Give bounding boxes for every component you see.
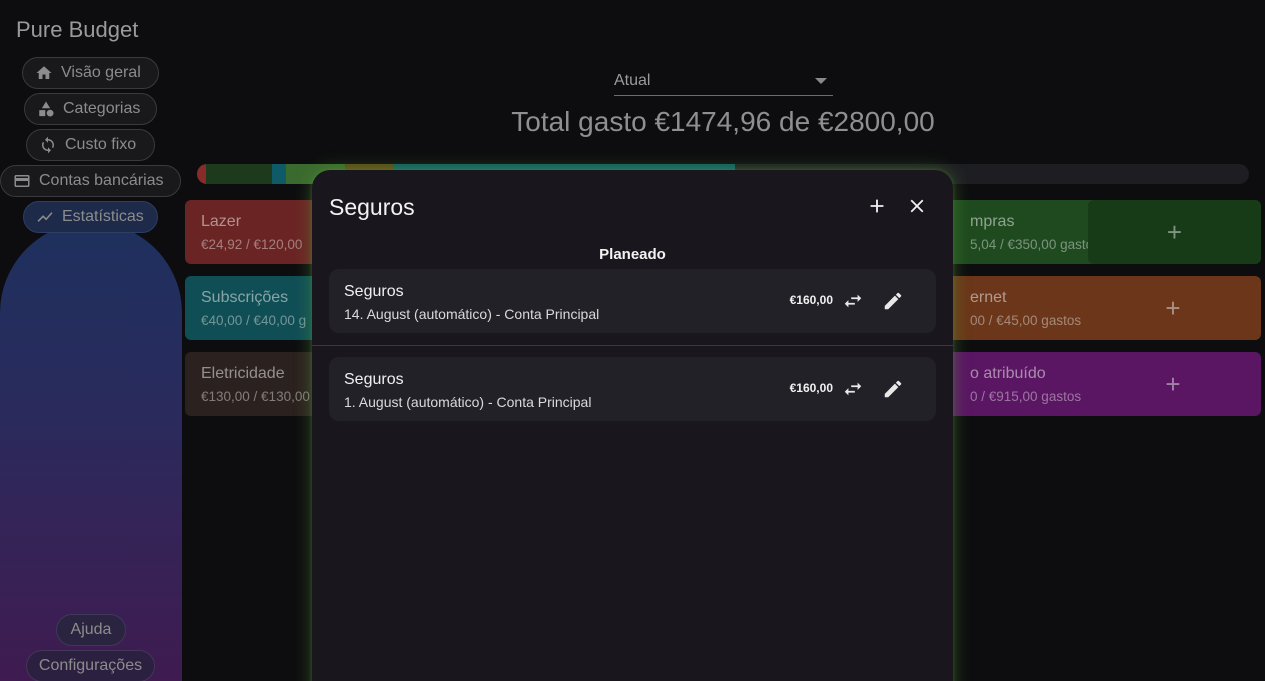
entry-amount: €160,00: [789, 381, 833, 395]
category-name: Subscrições: [201, 289, 289, 306]
plus-icon: +: [1165, 368, 1181, 399]
close-icon: [910, 199, 924, 213]
app-title: Pure Budget: [16, 17, 139, 42]
help-button[interactable]: Ajuda: [56, 614, 126, 646]
planned-entry[interactable]: Seguros 1. August (automático) - Conta P…: [329, 357, 936, 421]
add-button[interactable]: [863, 192, 891, 220]
add-expense-button[interactable]: +: [1085, 352, 1261, 416]
entry-detail: 1. August (automático) - Conta Principal: [344, 394, 592, 410]
section-label-planned: Planeado: [599, 246, 666, 263]
swap-icon: [844, 294, 862, 308]
progress-segment: [271, 164, 287, 184]
chevron-down-icon: [815, 77, 827, 84]
edit-button[interactable]: [880, 376, 906, 402]
transfer-button[interactable]: [840, 288, 866, 314]
nav-bank-accounts[interactable]: Contas bancárias: [0, 165, 181, 197]
progress-segment: [206, 164, 272, 184]
help-label: Ajuda: [70, 621, 112, 638]
category-amount: €24,92 / €120,00: [201, 237, 303, 252]
progress-segment: [197, 164, 207, 184]
category-name: Eletricidade: [201, 365, 285, 382]
pencil-icon: [884, 292, 902, 310]
modal-title: Seguros: [329, 194, 415, 220]
nav-overview-label: Visão geral: [61, 64, 141, 81]
plus-icon: +: [1165, 292, 1181, 323]
transfer-button[interactable]: [840, 376, 866, 402]
category-detail-modal: Seguros Planeado Seguros 14. August (aut…: [312, 170, 953, 681]
category-card-nao-atribuido[interactable]: o atribuído 0 / €915,00 gastos +: [940, 352, 1261, 416]
statistics-icon: [36, 208, 54, 226]
edit-button[interactable]: [880, 288, 906, 314]
entry-amount: €160,00: [789, 293, 833, 307]
planned-entry[interactable]: Seguros 14. August (automático) - Conta …: [329, 269, 936, 333]
category-name: Lazer: [201, 213, 242, 230]
nav-overview[interactable]: Visão geral: [22, 57, 159, 89]
nav-statistics[interactable]: Estatísticas: [23, 201, 158, 233]
entry-name: Seguros: [344, 371, 404, 388]
bank-card-icon: [13, 172, 31, 190]
category-card-subscricoes[interactable]: Subscrições €40,00 / €40,00 g: [185, 276, 325, 340]
nav-statistics-label: Estatísticas: [62, 208, 144, 225]
category-card-compras[interactable]: mpras 5,04 / €350,00 gastos +: [940, 200, 1261, 264]
category-card-eletricidade[interactable]: Eletricidade €130,00 / €130,00: [185, 352, 325, 416]
home-icon: [35, 64, 53, 82]
period-select-value: Atual: [614, 71, 651, 89]
swap-icon: [844, 382, 862, 396]
recurring-icon: [39, 136, 57, 154]
sidebar-background: [0, 222, 182, 681]
settings-label: Configurações: [38, 657, 143, 674]
category-amount: €40,00 / €40,00 g: [201, 313, 307, 328]
plus-icon: +: [1166, 216, 1183, 247]
entry-detail: 14. August (automático) - Conta Principa…: [344, 306, 600, 322]
entry-name: Seguros: [344, 283, 404, 300]
settings-button[interactable]: Configurações: [26, 650, 155, 681]
plus-icon: [870, 199, 884, 213]
category-amount: €130,00 / €130,00: [201, 389, 310, 404]
pencil-icon: [884, 380, 902, 398]
nav-fixed-costs-label: Custo fixo: [65, 136, 137, 153]
nav-bank-accounts-label: Contas bancárias: [39, 172, 164, 189]
total-spent-title: Total gasto €1474,96 de €2800,00: [511, 106, 935, 137]
category-card-internet[interactable]: ernet 00 / €45,00 gastos +: [940, 276, 1261, 340]
close-button[interactable]: [903, 192, 931, 220]
add-expense-button[interactable]: +: [1088, 200, 1261, 264]
period-select[interactable]: Atual: [614, 66, 833, 96]
add-expense-button[interactable]: +: [1085, 276, 1261, 340]
divider: [312, 345, 953, 346]
category-card-lazer[interactable]: Lazer €24,92 / €120,00: [185, 200, 325, 264]
